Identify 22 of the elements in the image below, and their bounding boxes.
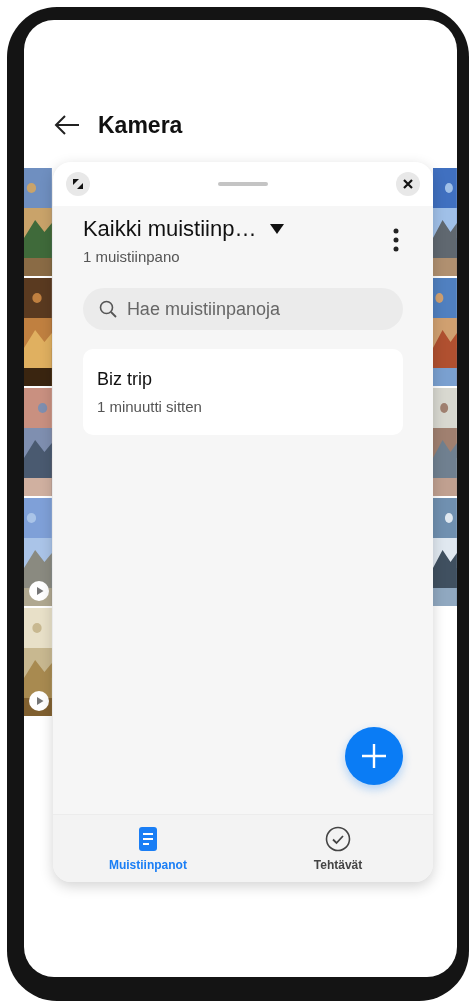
dropdown-caret-icon[interactable] [270, 224, 285, 234]
tab[interactable]: Tehtävät [243, 815, 434, 882]
more-options-icon[interactable] [393, 228, 400, 252]
back-arrow-icon[interactable] [54, 114, 80, 136]
plus-icon [361, 743, 388, 769]
tab[interactable]: Muistiinpanot [52, 815, 243, 882]
play-icon [29, 691, 49, 711]
resize-button[interactable] [65, 172, 90, 196]
note-count: 1 muistiinpano [82, 248, 181, 265]
screen-title: Kamera [98, 111, 183, 139]
note-title: Biz trip [96, 369, 153, 390]
close-icon [402, 178, 415, 190]
close-button[interactable] [396, 172, 421, 196]
add-button[interactable] [345, 727, 404, 785]
checkmark-circle-icon [325, 825, 352, 852]
note-card[interactable]: Biz trip 1 minuutti sitten [82, 349, 404, 435]
search-field[interactable]: Hae muistiinpanoja [82, 288, 404, 330]
play-icon [29, 581, 49, 601]
drag-handle[interactable] [218, 182, 268, 186]
resize-icon [71, 178, 84, 190]
folder-title[interactable]: Kaikki muistiinp… [82, 216, 257, 242]
note-time: 1 minuutti sitten [96, 398, 203, 415]
